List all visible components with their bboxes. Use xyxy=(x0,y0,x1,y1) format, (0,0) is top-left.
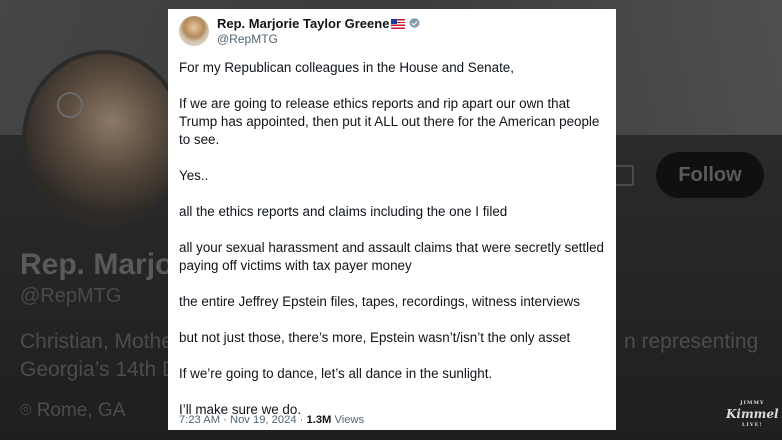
tweet-meta: 7:23 AM · Nov 19, 2024 · 1.3M Views xyxy=(179,414,364,426)
author-handle[interactable]: @RepMTG xyxy=(217,32,278,46)
camera-icon xyxy=(57,92,83,118)
tweet-paragraph: If we are going to release ethics report… xyxy=(179,96,600,147)
tweet-card: Rep. Marjorie Taylor Greene @RepMTG For … xyxy=(168,9,616,430)
tweet-timestamp[interactable]: 7:23 AM · Nov 19, 2024 · xyxy=(179,414,306,426)
kimmel-logo: JIMMY Kimmel LIVE! xyxy=(726,400,779,428)
profile-bio-right: n representing xyxy=(624,330,759,353)
views-count: 1.3M xyxy=(306,414,332,426)
profile-bio-line2: Georgia’s 14th D xyxy=(20,358,178,381)
location-pin-icon: ⌾ xyxy=(20,400,32,421)
views-label: Views xyxy=(331,414,365,426)
profile-name: Rep. Marjor xyxy=(20,248,186,281)
tweet-paragraph: If we’re going to dance, let’s all dance… xyxy=(179,366,493,381)
author-row: Rep. Marjorie Taylor Greene xyxy=(217,16,421,31)
verified-badge-icon xyxy=(409,17,421,29)
follow-button[interactable]: Follow xyxy=(656,152,764,198)
tweet-paragraph: all the ethics reports and claims includ… xyxy=(179,204,508,219)
tweet-paragraph: but not just those, there’s more, Epstei… xyxy=(179,330,571,345)
author-avatar[interactable] xyxy=(179,16,209,46)
profile-location-text: Rome, GA xyxy=(36,400,126,421)
profile-bio-line1: Christian, Mothe xyxy=(20,330,173,353)
tweet-paragraph: all your sexual harassment and assault c… xyxy=(179,240,604,273)
tweet-text: For my Republican colleagues in the Hous… xyxy=(179,59,609,437)
author-name[interactable]: Rep. Marjorie Taylor Greene xyxy=(217,16,389,31)
profile-avatar xyxy=(22,50,185,228)
tweet-paragraph: For my Republican colleagues in the Hous… xyxy=(179,60,514,75)
profile-location: ⌾ Rome, GA xyxy=(20,400,125,422)
profile-handle: @RepMTG xyxy=(20,285,122,307)
us-flag-icon xyxy=(391,18,406,29)
tweet-paragraph: Yes.. xyxy=(179,168,209,183)
tweet-paragraph: the entire Jeffrey Epstein files, tapes,… xyxy=(179,294,580,309)
